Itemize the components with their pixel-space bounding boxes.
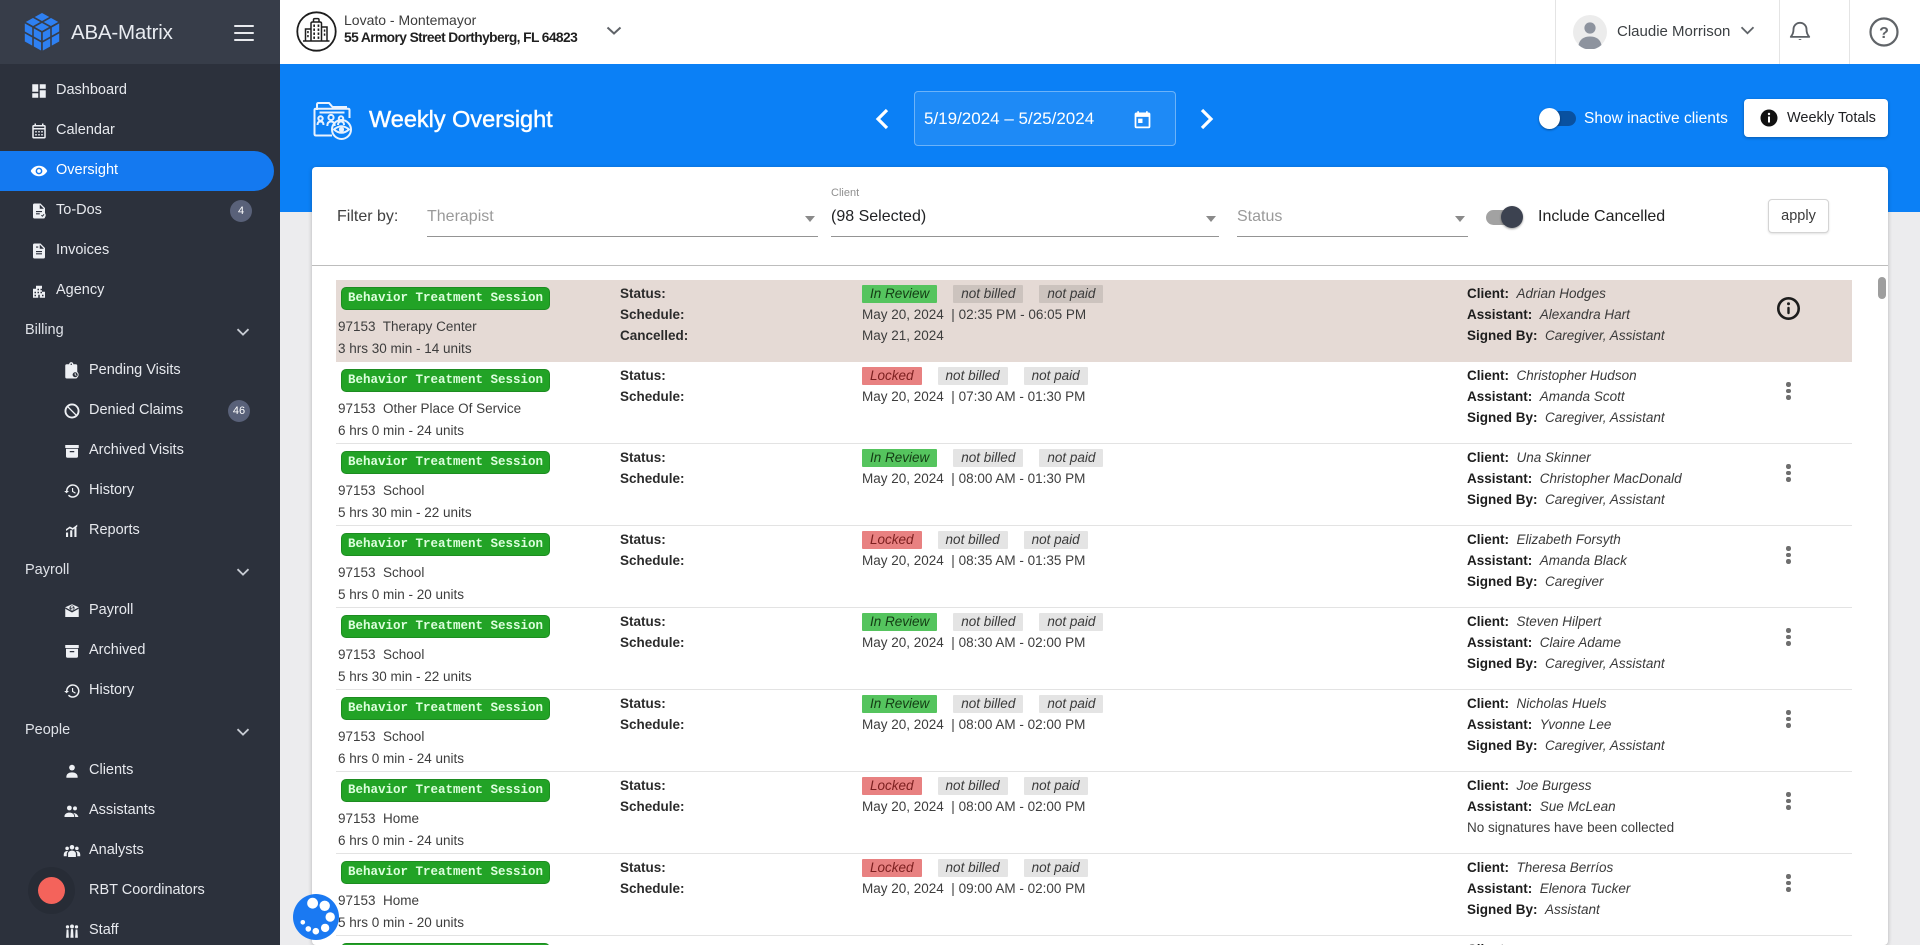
svg-text:?: ?	[1879, 25, 1889, 42]
